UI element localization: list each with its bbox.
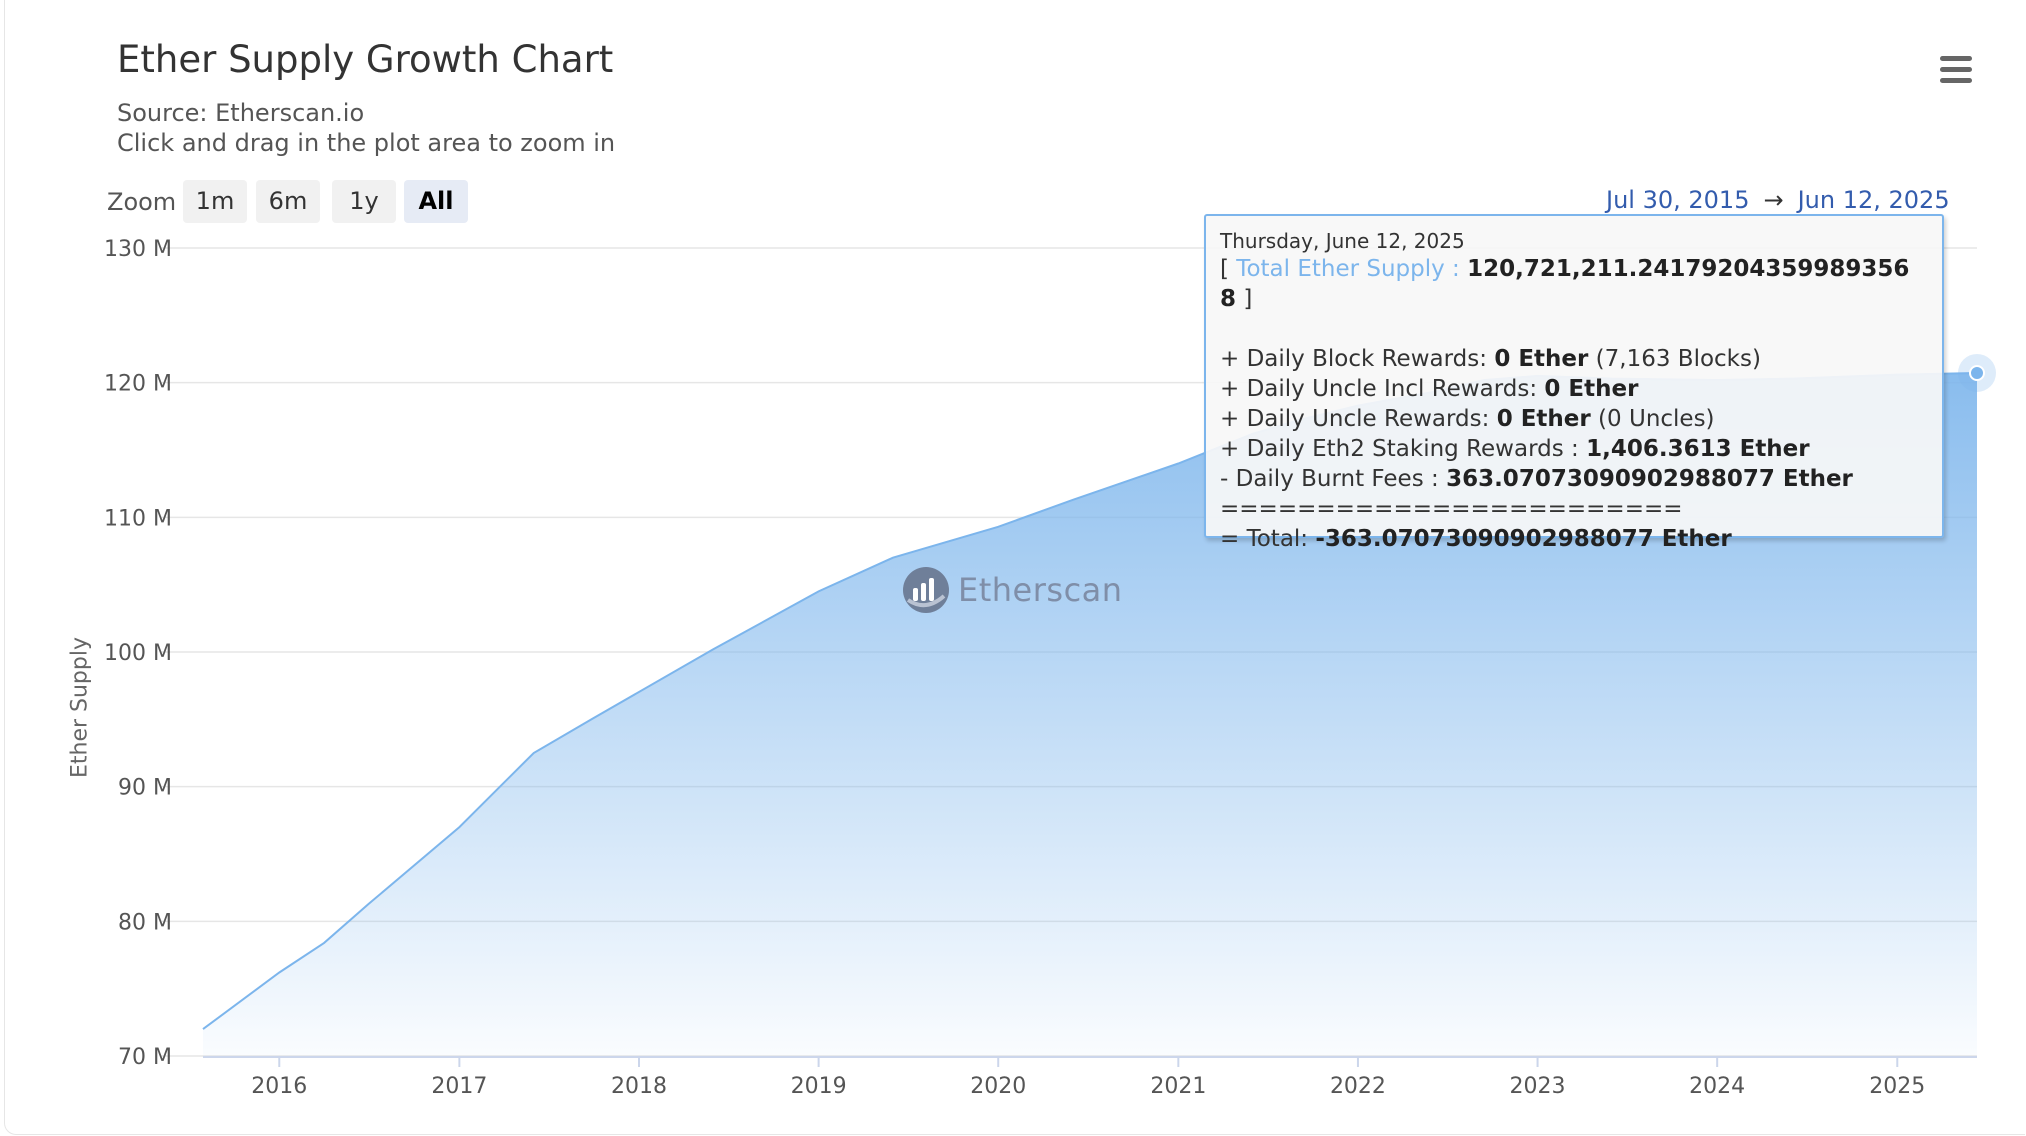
zoom-6m-button[interactable]: 6m (256, 180, 320, 223)
line-value: 0 Ether (1496, 406, 1591, 432)
zoom-1m-button[interactable]: 1m (183, 180, 247, 223)
date-range: Jul 30, 2015 → Jun 12, 2025 (1606, 186, 1950, 214)
zoom-label: Zoom (107, 188, 177, 216)
y-axis-title-wrap: Ether Supply (60, 580, 100, 840)
x-tick-label: 2021 (1150, 1074, 1206, 1099)
tooltip-close-bracket: ] (1243, 286, 1253, 312)
zoom-hint: Click and drag in the plot area to zoom … (117, 129, 616, 157)
etherscan-watermark: Etherscan (902, 566, 1123, 614)
source-label: Source: Etherscan.io (117, 99, 365, 127)
x-tick-label: 2017 (431, 1074, 487, 1099)
line-value: 1,406.3613 Ether (1586, 436, 1810, 462)
line-value: 0 Ether (1544, 376, 1639, 402)
y-tick-label: 70 M (118, 1045, 172, 1070)
x-tick-label: 2022 (1330, 1074, 1386, 1099)
total-label: = Total: (1220, 526, 1316, 552)
range-arrow: → (1763, 186, 1784, 214)
chart-subtitle: Source: Etherscan.io Click and drag in t… (117, 98, 615, 158)
tooltip-line-staking-rewards: + Daily Eth2 Staking Rewards : 1,406.361… (1220, 434, 1928, 464)
zoom-all-button[interactable]: All (404, 180, 468, 223)
line-label: + Daily Uncle Rewards: (1220, 406, 1497, 432)
tooltip-line-uncle-rewards: + Daily Uncle Rewards: 0 Ether (0 Uncles… (1220, 404, 1928, 434)
tooltip-line-block-rewards: + Daily Block Rewards: 0 Ether (7,163 Bl… (1220, 344, 1928, 374)
x-tick-label: 2018 (611, 1074, 667, 1099)
x-tick-label: 2019 (791, 1074, 847, 1099)
x-tick-label: 2016 (251, 1074, 307, 1099)
hamburger-menu-icon (1940, 56, 1972, 61)
range-to-input[interactable]: Jun 12, 2025 (1798, 186, 1950, 214)
x-tick-label: 2025 (1869, 1074, 1925, 1099)
y-tick-label: 80 M (118, 910, 172, 935)
tooltip-series-line: [ Total Ether Supply : 120,721,211.24179… (1220, 254, 1928, 314)
line-label: + Daily Eth2 Staking Rewards : (1220, 436, 1587, 462)
range-from-input[interactable]: Jul 30, 2015 (1606, 186, 1749, 214)
etherscan-logo-icon (903, 567, 949, 613)
line-value: 363.07073090902988077 Ether (1446, 466, 1853, 492)
y-tick-label: 130 M (104, 237, 172, 262)
hamburger-menu-icon (1940, 67, 1972, 72)
tooltip-series-name: Total Ether Supply : (1236, 256, 1460, 282)
x-tick-label: 2024 (1689, 1074, 1745, 1099)
tooltip-line-uncle-incl-rewards: + Daily Uncle Incl Rewards: 0 Ether (1220, 374, 1928, 404)
y-tick-label: 120 M (104, 372, 172, 397)
zoom-1y-button[interactable]: 1y (332, 180, 396, 223)
total-value: -363.07073090902988077 Ether (1315, 526, 1732, 552)
tooltip-line-burnt-fees: - Daily Burnt Fees : 363.070730909029880… (1220, 464, 1928, 494)
line-label: + Daily Uncle Incl Rewards: (1220, 376, 1545, 402)
y-tick-label: 90 M (118, 776, 172, 801)
tooltip-open-bracket: [ (1220, 256, 1229, 282)
line-suffix: (0 Uncles) (1590, 406, 1715, 432)
watermark-text: Etherscan (958, 571, 1123, 609)
tooltip-date: Thursday, June 12, 2025 (1220, 229, 1465, 253)
y-tick-label: 100 M (104, 641, 172, 666)
hover-marker (1958, 353, 1996, 392)
chart-title: Ether Supply Growth Chart (117, 38, 614, 81)
hamburger-menu-icon (1940, 78, 1972, 83)
line-value: 0 Ether (1494, 346, 1589, 372)
y-axis-title: Ether Supply (67, 637, 93, 779)
line-suffix: (7,163 Blocks) (1588, 346, 1761, 372)
tooltip-spacer (1220, 314, 1928, 344)
tooltip-separator: ======================== (1220, 496, 1683, 522)
x-tick-label: 2020 (970, 1074, 1026, 1099)
chart-menu-button[interactable] (1938, 52, 1974, 88)
chart-tooltip: Thursday, June 12, 2025 [ Total Ether Su… (1204, 214, 1944, 552)
line-label: - Daily Burnt Fees : (1220, 466, 1447, 492)
y-tick-label: 110 M (104, 506, 172, 531)
tooltip-total: = Total: -363.07073090902988077 Ether (1220, 524, 1928, 554)
hover-point (1969, 364, 1985, 381)
line-label: + Daily Block Rewards: (1220, 346, 1495, 372)
x-tick-label: 2023 (1510, 1074, 1566, 1099)
